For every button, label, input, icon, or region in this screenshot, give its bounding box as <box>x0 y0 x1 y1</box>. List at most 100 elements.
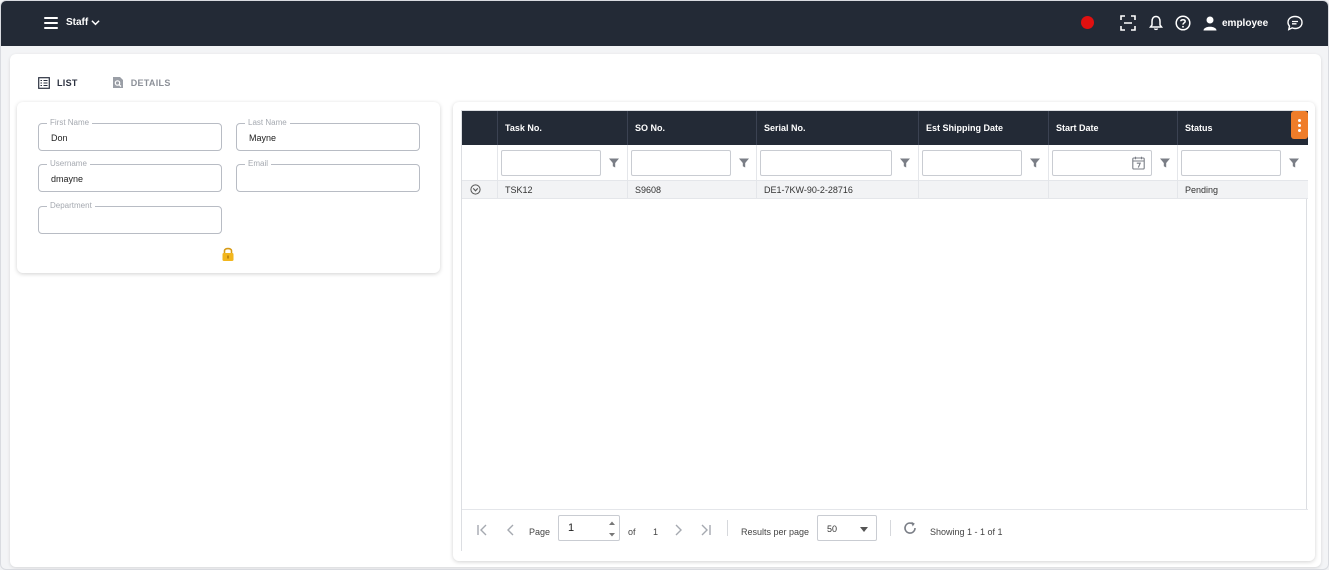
pager: Page 1 of 1 Results per page 50 Showing … <box>462 509 1308 552</box>
first-name-label: First Name <box>47 118 93 127</box>
filter-icon[interactable] <box>1159 157 1171 169</box>
filter-icon[interactable] <box>899 157 911 169</box>
bell-icon[interactable] <box>1147 14 1165 32</box>
last-name-field[interactable]: Last Name Mayne <box>236 118 420 151</box>
app-switcher[interactable]: Staff <box>66 17 100 28</box>
total-pages: 1 <box>653 527 659 537</box>
header-start-date-label: Start Date <box>1056 123 1099 133</box>
calendar-icon[interactable] <box>1132 156 1145 170</box>
first-name-field[interactable]: First Name Don <box>38 118 222 151</box>
username-label: Username <box>47 159 90 168</box>
filter-icon[interactable] <box>1029 157 1041 169</box>
tab-list[interactable]: LIST <box>38 76 78 89</box>
filter-task-no <box>497 145 627 181</box>
filter-serial-no <box>756 145 918 181</box>
lock-icon[interactable] <box>221 246 235 262</box>
department-label: Department <box>47 201 95 210</box>
tab-details-label: DETAILS <box>130 77 171 88</box>
filter-row <box>462 145 1308 181</box>
header-status[interactable]: Status <box>1177 111 1308 145</box>
hamburger-menu-icon[interactable] <box>44 17 58 29</box>
view-tabs: LIST DETAILS <box>38 76 205 89</box>
cell-status: Pending <box>1177 181 1308 199</box>
header-status-label: Status <box>1185 123 1213 133</box>
filter-start-date <box>1048 145 1177 181</box>
page-spinner-icon[interactable] <box>608 519 616 539</box>
email-field[interactable]: Email <box>236 159 420 192</box>
user-menu[interactable]: employee <box>1202 15 1268 31</box>
list-icon <box>38 76 50 89</box>
filter-icon[interactable] <box>608 157 620 169</box>
cell-serial-no: DE1-7KW-90-2-28716 <box>756 181 918 199</box>
top-bar: Staff employee <box>1 1 1328 46</box>
last-name-value: Mayne <box>249 133 277 143</box>
previous-page-icon[interactable] <box>504 523 518 537</box>
header-expand <box>462 111 497 145</box>
filter-status <box>1177 145 1308 181</box>
grid-header: Task No. SO No. Serial No. Est Shipping … <box>462 111 1308 145</box>
refresh-icon[interactable] <box>902 520 918 536</box>
page-number-input[interactable]: 1 <box>558 515 620 541</box>
table-row[interactable]: TSK12 S9608 DE1-7KW-90-2-28716 Pending <box>462 181 1308 199</box>
filter-status-input[interactable] <box>1181 150 1281 176</box>
pager-divider <box>727 520 728 536</box>
filter-est-shipping-date-input[interactable] <box>922 150 1022 176</box>
cell-est-shipping-date <box>918 181 1048 199</box>
filter-icon[interactable] <box>1288 157 1300 169</box>
last-page-icon[interactable] <box>699 523 713 537</box>
scan-icon[interactable] <box>1119 14 1137 32</box>
showing-summary: Showing 1 - 1 of 1 <box>930 527 1003 537</box>
column-menu-icon[interactable] <box>1291 111 1308 139</box>
app-window: Staff employee LIST DETAILS First Name D… <box>0 0 1329 570</box>
chevron-down-icon <box>91 20 100 26</box>
expand-row-icon[interactable] <box>470 184 481 195</box>
header-start-date[interactable]: Start Date <box>1048 111 1177 145</box>
page-number-value: 1 <box>568 522 575 534</box>
of-label: of <box>628 527 636 537</box>
filter-start-date-input[interactable] <box>1052 150 1152 176</box>
results-per-page-select[interactable]: 50 <box>817 515 877 541</box>
filter-serial-no-input[interactable] <box>760 150 892 176</box>
results-per-page-label: Results per page <box>741 527 810 537</box>
first-name-value: Don <box>51 133 68 143</box>
user-avatar-icon <box>1203 16 1217 31</box>
username-field[interactable]: Username dmayne <box>38 159 222 192</box>
chat-icon[interactable] <box>1286 14 1304 32</box>
task-grid: Task No. SO No. Serial No. Est Shipping … <box>461 110 1308 552</box>
filter-est-shipping-date <box>918 145 1048 181</box>
header-so-no[interactable]: SO No. <box>627 111 756 145</box>
email-label: Email <box>245 159 272 168</box>
header-task-no-label: Task No. <box>505 123 542 133</box>
user-name: employee <box>1222 17 1269 29</box>
filter-so-no-input[interactable] <box>631 150 731 176</box>
task-grid-card: Task No. SO No. Serial No. Est Shipping … <box>453 102 1315 561</box>
app-name: Staff <box>66 17 89 28</box>
tab-list-label: LIST <box>57 77 78 88</box>
username-value: dmayne <box>51 174 84 184</box>
header-serial-no[interactable]: Serial No. <box>756 111 918 145</box>
tab-details[interactable]: DETAILS <box>112 76 171 89</box>
header-est-shipping-date-label: Est Shipping Date <box>926 123 1004 133</box>
filter-icon[interactable] <box>738 157 750 169</box>
cell-task-no: TSK12 <box>497 181 627 199</box>
last-name-label: Last Name <box>245 118 290 127</box>
department-field[interactable]: Department <box>38 201 222 234</box>
main-content: LIST DETAILS First Name Don Last Name Ma… <box>10 54 1321 567</box>
dropdown-caret-icon <box>860 527 868 532</box>
cell-so-no: S9608 <box>627 181 756 199</box>
next-page-icon[interactable] <box>671 523 685 537</box>
help-icon[interactable] <box>1174 14 1192 32</box>
results-per-page-value: 50 <box>827 524 838 534</box>
cell-start-date <box>1048 181 1177 199</box>
header-so-no-label: SO No. <box>635 123 666 133</box>
staff-form: First Name Don Last Name Mayne Username … <box>17 102 440 273</box>
header-est-shipping-date[interactable]: Est Shipping Date <box>918 111 1048 145</box>
page-label: Page <box>529 527 551 537</box>
pager-divider <box>890 520 891 536</box>
first-page-icon[interactable] <box>475 523 489 537</box>
record-indicator-icon[interactable] <box>1081 16 1094 29</box>
header-serial-no-label: Serial No. <box>764 123 806 133</box>
filter-task-no-input[interactable] <box>501 150 601 176</box>
header-task-no[interactable]: Task No. <box>497 111 627 145</box>
details-search-icon <box>112 77 123 88</box>
